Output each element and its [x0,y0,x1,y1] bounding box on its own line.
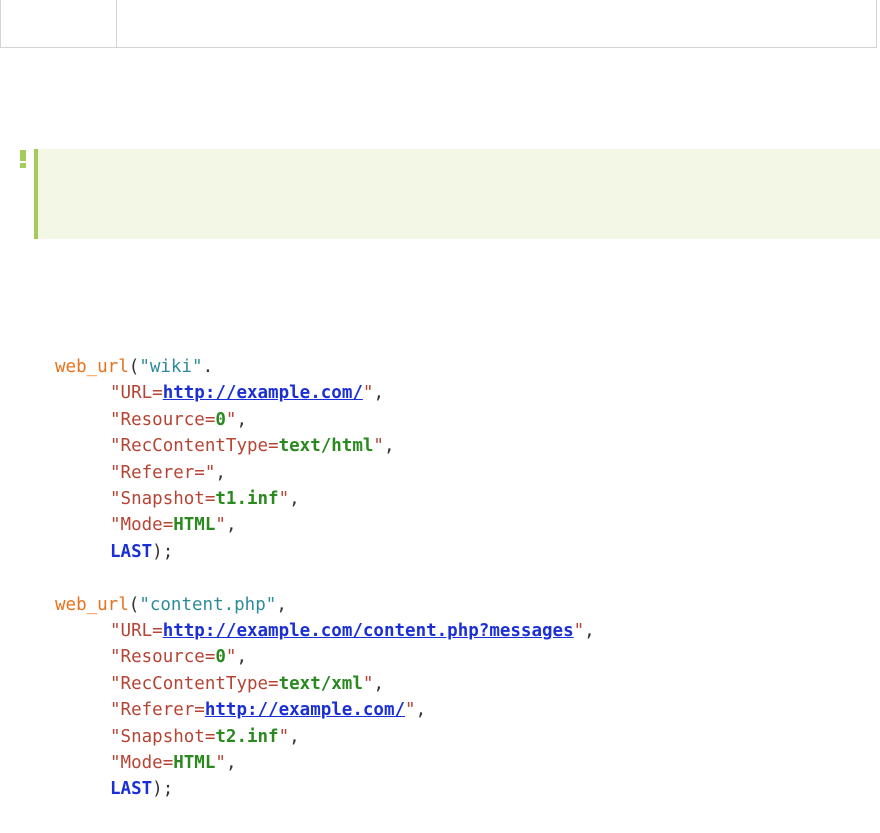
string-quote: " [110,462,121,483]
param-key: Resource= [120,409,216,430]
string-quote: " [405,700,416,721]
request-name: content.php [149,594,266,615]
code-line-param: "RecContentType=text/xml", [0,671,384,697]
string-quote: " [110,753,121,773]
string-quote: " [362,383,374,404]
code-line-param: "Snapshot=t2.inf", [0,724,300,750]
code-line-param: "Resource=0", [0,407,247,433]
comma: , [289,489,300,509]
exclamation-icon [20,150,26,168]
string-quote: " [139,357,150,377]
code-line-param: "RecContentType=text/html", [0,433,395,459]
comma: , [225,515,237,536]
terminator: , [276,594,287,615]
code-line-param: "Snapshot=t1.inf", [0,486,300,512]
string-quote: " [139,594,150,615]
param-key: Referer= [120,462,205,483]
param-key: Mode= [120,515,174,536]
string-quote: " [110,515,121,536]
comma: , [289,726,300,747]
string-quote: " [192,357,203,377]
param-value: HTML [173,515,216,536]
code-line-param: "Mode=HTML", [0,750,236,776]
comma: , [383,436,395,457]
param-key: Snapshot= [120,726,216,747]
string-quote: " [278,489,290,509]
comma: , [373,673,384,694]
param-key: Resource= [120,647,216,668]
comma: , [236,409,248,430]
comma: , [415,700,427,721]
last-keyword: LAST [110,541,153,562]
string-quote: " [110,647,121,668]
string-quote: " [110,489,121,509]
code-line-param: "Mode=HTML", [0,512,236,538]
param-key: Mode= [120,753,174,773]
last-keyword: LAST [110,779,153,800]
open-paren: ( [128,594,140,615]
string-quote: " [278,726,290,747]
note-panel [34,149,880,239]
string-quote: " [373,436,384,457]
code-line-param: "URL=http://example.com/content.php?mess… [0,618,595,644]
string-quote: " [110,673,121,694]
close-paren: ); [152,541,174,562]
param-value: 0 [215,647,226,668]
string-quote: " [215,753,226,773]
string-quote: " [265,594,277,615]
string-quote: " [225,647,237,668]
code-line-param: "Referer=http://example.com/", [0,697,426,723]
table-column-divider [116,0,117,47]
comma: , [373,383,384,404]
string-quote: " [110,409,121,430]
close-paren: ); [152,779,174,800]
param-url-link[interactable]: http://example.com/ [163,383,363,403]
param-key: Referer= [120,700,205,721]
code-line-last: LAST); [0,776,173,802]
top-table-fragment [0,0,877,48]
function-name: web_url [55,357,129,377]
open-paren: ( [128,357,140,377]
param-key: RecContentType= [120,673,279,694]
param-key: Snapshot= [120,489,216,509]
string-quote: " [110,383,121,404]
param-value: t2.inf [215,726,279,747]
param-key: URL= [120,383,163,404]
code-line-param: "URL=http://example.com/", [0,380,384,406]
param-value: text/html [278,436,374,457]
param-url-link[interactable]: http://example.com/content.php?messages [163,621,574,641]
param-value: 0 [215,409,226,430]
string-quote: " [215,515,226,536]
comma: , [236,647,248,668]
string-quote: " [110,726,121,747]
code-line-last: LAST); [0,539,173,565]
terminator: . [202,357,214,377]
string-quote: " [110,700,121,721]
comma: , [584,621,595,641]
request-name: wiki [149,357,193,377]
param-value: text/xml [278,673,363,694]
string-quote: " [573,621,585,641]
comma: , [215,462,226,483]
param-key: RecContentType= [120,436,279,457]
code-line-call-header: web_url("wiki". [0,354,213,380]
code-line-param: "Resource=0", [0,644,247,670]
string-quote: " [110,436,121,457]
param-key: URL= [120,621,163,641]
param-value: HTML [173,753,216,773]
code-line-call-header: web_url("content.php", [0,592,287,618]
string-quote: " [225,409,237,430]
param-url-link[interactable]: http://example.com/ [205,700,405,720]
string-quote: " [362,673,374,694]
comma: , [225,753,237,773]
string-quote: " [204,462,216,483]
string-quote: " [110,621,121,641]
param-value: t1.inf [215,489,279,509]
function-name: web_url [55,594,129,615]
code-line-param: "Referer=", [0,460,226,486]
